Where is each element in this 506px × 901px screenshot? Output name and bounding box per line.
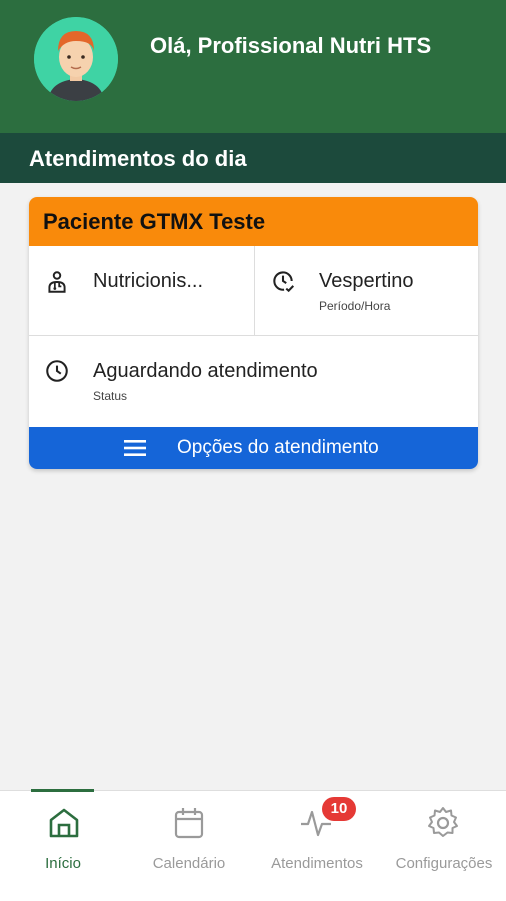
nav-item-configuracoes[interactable]: Configurações <box>382 791 506 901</box>
greeting-text: Olá, Profissional Nutri HTS <box>150 33 432 58</box>
notification-badge: 10 <box>322 797 356 821</box>
professional-value: Nutricionis... <box>93 270 204 292</box>
nav-label: Calendário <box>152 855 226 872</box>
status-value: Aguardando atendimento <box>93 360 318 382</box>
period-label: Período/Hora <box>319 299 391 313</box>
home-icon <box>49 808 79 838</box>
clock-check-icon <box>273 271 295 293</box>
avatar[interactable] <box>34 17 118 101</box>
appointment-options-button[interactable]: Opções do atendimento <box>29 427 478 469</box>
nav-item-inicio[interactable]: Início <box>0 791 126 901</box>
gear-icon <box>428 807 458 837</box>
nav-label: Atendimentos <box>271 855 363 872</box>
period-value: Vespertino <box>319 270 414 292</box>
period-cell: Vespertino Período/Hora <box>255 246 478 335</box>
patient-name: Paciente GTMX Teste <box>43 209 266 234</box>
card-header: Paciente GTMX Teste <box>29 197 478 246</box>
professional-cell: Nutricionis... <box>29 246 254 335</box>
section-title: Atendimentos do dia <box>29 146 247 171</box>
status-label: Status <box>93 389 128 403</box>
appointment-card[interactable]: Paciente GTMX Teste Nutricionis... Vespe… <box>29 197 478 469</box>
nav-label: Início <box>45 855 81 872</box>
nav-item-atendimentos[interactable]: Atendimentos <box>252 791 382 901</box>
calendar-icon <box>174 808 204 839</box>
bottom-navigation: Início Calendário Atendimentos 10 Config… <box>0 789 506 901</box>
app-header: Olá, Profissional Nutri HTS <box>0 0 506 133</box>
avatar-icon <box>34 17 118 101</box>
options-label: Opções do atendimento <box>177 437 379 458</box>
status-cell: Aguardando atendimento Status <box>29 336 478 427</box>
nav-label: Configurações <box>395 855 493 872</box>
menu-icon <box>124 440 146 456</box>
clock-icon <box>46 360 68 382</box>
nav-item-calendario[interactable]: Calendário <box>126 791 252 901</box>
doctor-icon <box>48 271 66 293</box>
